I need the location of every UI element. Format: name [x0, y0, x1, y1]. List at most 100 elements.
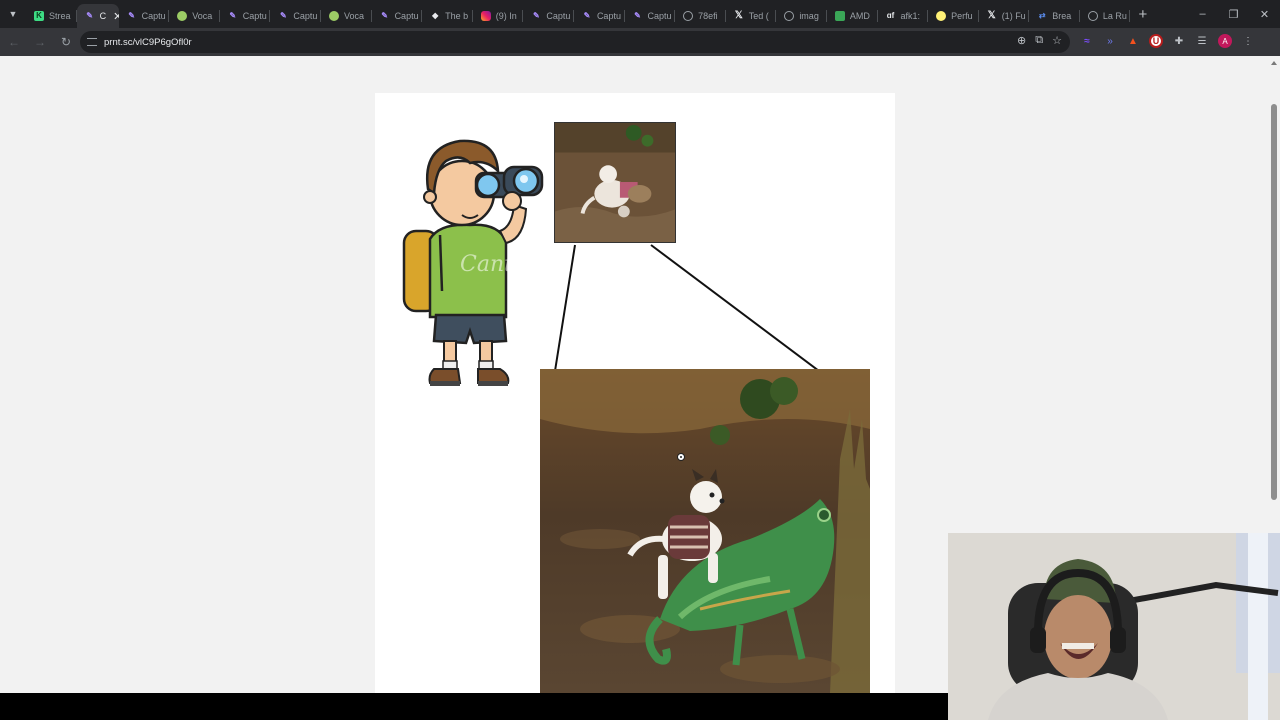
pen-icon: ✎	[634, 11, 641, 20]
browser-tab[interactable]: ✎ Captu	[523, 4, 574, 28]
green-k-icon: K	[34, 11, 44, 21]
tab-search-chevron-icon[interactable]: ▼	[0, 0, 26, 28]
browser-tab[interactable]: (9) In	[473, 4, 524, 28]
browser-tab[interactable]: ɑf afk1:	[878, 4, 929, 28]
browser-tab[interactable]: 𝕏 (1) Fu	[979, 4, 1030, 28]
scroll-up-arrow-icon[interactable]	[1271, 61, 1277, 65]
browser-tab[interactable]: AMD	[827, 4, 878, 28]
tab-label: imag	[799, 11, 819, 21]
tab-label: Voca	[192, 11, 213, 21]
bookmark-star-icon[interactable]: ☆	[1052, 34, 1062, 47]
tab-label: Captu	[394, 11, 419, 21]
diamond-icon: ◆	[432, 11, 439, 20]
minimize-icon[interactable]: –	[1187, 8, 1218, 20]
browser-tab[interactable]: ⇄ Brea	[1029, 4, 1080, 28]
dog-riding-chameleon-photo	[540, 369, 870, 693]
media-controls-icon[interactable]: ☰	[1195, 34, 1209, 48]
x-icon: 𝕏	[987, 10, 996, 21]
address-bar[interactable]: prnt.sc/vlC9P6gOfl0r ⊕ ⧉ ☆	[80, 31, 1070, 53]
menu-kebab-icon[interactable]: ⋮	[1241, 34, 1255, 48]
vocab-icon	[177, 11, 188, 21]
dog-small-photo	[554, 122, 676, 243]
instagram-icon	[480, 11, 491, 21]
reload-button[interactable]: ↻	[54, 30, 78, 54]
tab-label: Perfu	[951, 11, 973, 21]
close-window-icon[interactable]: ✕	[1249, 8, 1280, 21]
window-controls: – ❐ ✕	[1187, 0, 1280, 28]
screenshot-image: Cant	[375, 93, 895, 693]
scrollbar-thumb[interactable]	[1271, 104, 1277, 500]
new-tab-button[interactable]: +	[1138, 6, 1147, 23]
extensions-area: ≈ » ▲ U ✚ ☰ A ⋮	[1080, 34, 1255, 48]
tab-label: Strea	[49, 11, 71, 21]
pen-icon: ✎	[532, 11, 540, 20]
pen-icon: ✎	[128, 11, 135, 20]
vocab-icon	[328, 11, 339, 21]
browser-tab[interactable]: Voca	[321, 4, 372, 28]
tab-label: C	[99, 11, 107, 21]
tab-label: The b	[445, 11, 469, 21]
tab-label: La Ru	[1102, 11, 1127, 21]
browser-tab[interactable]: ✎ Captu	[119, 4, 170, 28]
browser-tab[interactable]: ✎ Captu	[625, 4, 676, 28]
zoom-icon[interactable]: ⊕	[1017, 34, 1026, 47]
browser-tab[interactable]: ✎ Captu	[574, 4, 625, 28]
browser-tab[interactable]: ✎ Captu	[270, 4, 321, 28]
tab-label: 78efi	[698, 11, 718, 21]
pen-icon: ✎	[86, 11, 93, 20]
tab-label: Captu	[293, 11, 318, 21]
browser-tab[interactable]: ✎ Captu	[220, 4, 271, 28]
browser-tab[interactable]: 𝕏 Ted (	[726, 4, 777, 28]
forward-button[interactable]: →	[28, 30, 52, 54]
tab-label: Captu	[141, 11, 166, 21]
browser-tab[interactable]: K Strea	[26, 4, 77, 28]
tab-label: Ted (	[748, 11, 769, 21]
browser-tab[interactable]: Perfu	[928, 4, 979, 28]
tab-label: Captu	[546, 11, 571, 21]
pen-icon: ✎	[381, 11, 388, 20]
browser-tab[interactable]: Voca	[169, 4, 220, 28]
perfume-icon	[936, 11, 947, 21]
browser-tab[interactable]: imag	[776, 4, 827, 28]
back-button[interactable]: ←	[2, 30, 26, 54]
restore-icon[interactable]: ❐	[1218, 8, 1249, 21]
browser-tab[interactable]: ✎ Captu	[372, 4, 423, 28]
tab-label: (1) Fu	[1001, 11, 1026, 21]
mouse-cursor	[677, 453, 685, 461]
browser-tab[interactable]: ◆ The b	[422, 4, 473, 28]
extension-ublock-icon[interactable]: U	[1149, 34, 1163, 48]
extensions-puzzle-icon[interactable]: ✚	[1172, 34, 1186, 48]
tab-label: Brea	[1052, 11, 1072, 21]
tab-label: Voca	[343, 11, 364, 21]
url-text[interactable]: prnt.sc/vlC9P6gOfl0r	[104, 37, 192, 48]
tab-label: Captu	[647, 11, 672, 21]
tabs-list: K Strea ✎ C ✕ ✎ Captu Voca ✎ Captu ✎ Captu Voca ✎ Capt…	[26, 0, 1131, 28]
streamer-webcam-overlay	[948, 533, 1280, 720]
tab-label: AMD	[849, 11, 870, 21]
extension-voice-icon[interactable]: »	[1103, 34, 1117, 48]
globe-icon	[1087, 11, 1098, 21]
svg-text:Cant: Cant	[460, 252, 513, 277]
extension-wave-icon[interactable]: ≈	[1080, 34, 1094, 48]
globe-icon	[784, 11, 795, 21]
amd-icon	[834, 11, 845, 21]
tab-label: Captu	[242, 11, 267, 21]
extension-fox-icon[interactable]: ▲	[1126, 34, 1140, 48]
site-info-icon[interactable]	[87, 38, 97, 46]
afk-icon: ɑf	[886, 11, 895, 20]
browser-tab[interactable]: La Ru	[1080, 4, 1131, 28]
pen-icon: ✎	[229, 11, 237, 20]
profile-avatar[interactable]: A	[1218, 34, 1232, 48]
install-app-icon[interactable]: ⧉	[1035, 34, 1043, 47]
globe-icon	[683, 11, 694, 21]
break-icon: ⇄	[1038, 11, 1046, 20]
pen-icon: ✎	[280, 11, 287, 20]
pen-icon: ✎	[583, 11, 591, 20]
browser-tab[interactable]: ✎ C ✕	[76, 4, 119, 28]
tab-label: (9) In	[495, 11, 517, 21]
tab-label: afk1:	[900, 11, 921, 21]
tab-label: Captu	[596, 11, 621, 21]
browser-tab[interactable]: 78efi	[675, 4, 726, 28]
kid-with-binoculars-illustration: Cant	[402, 139, 544, 386]
tab-strip: ▼ K Strea ✎ C ✕ ✎ Captu Voca ✎ Captu ✎ Captu Voca ✎ Ca…	[0, 0, 1280, 28]
